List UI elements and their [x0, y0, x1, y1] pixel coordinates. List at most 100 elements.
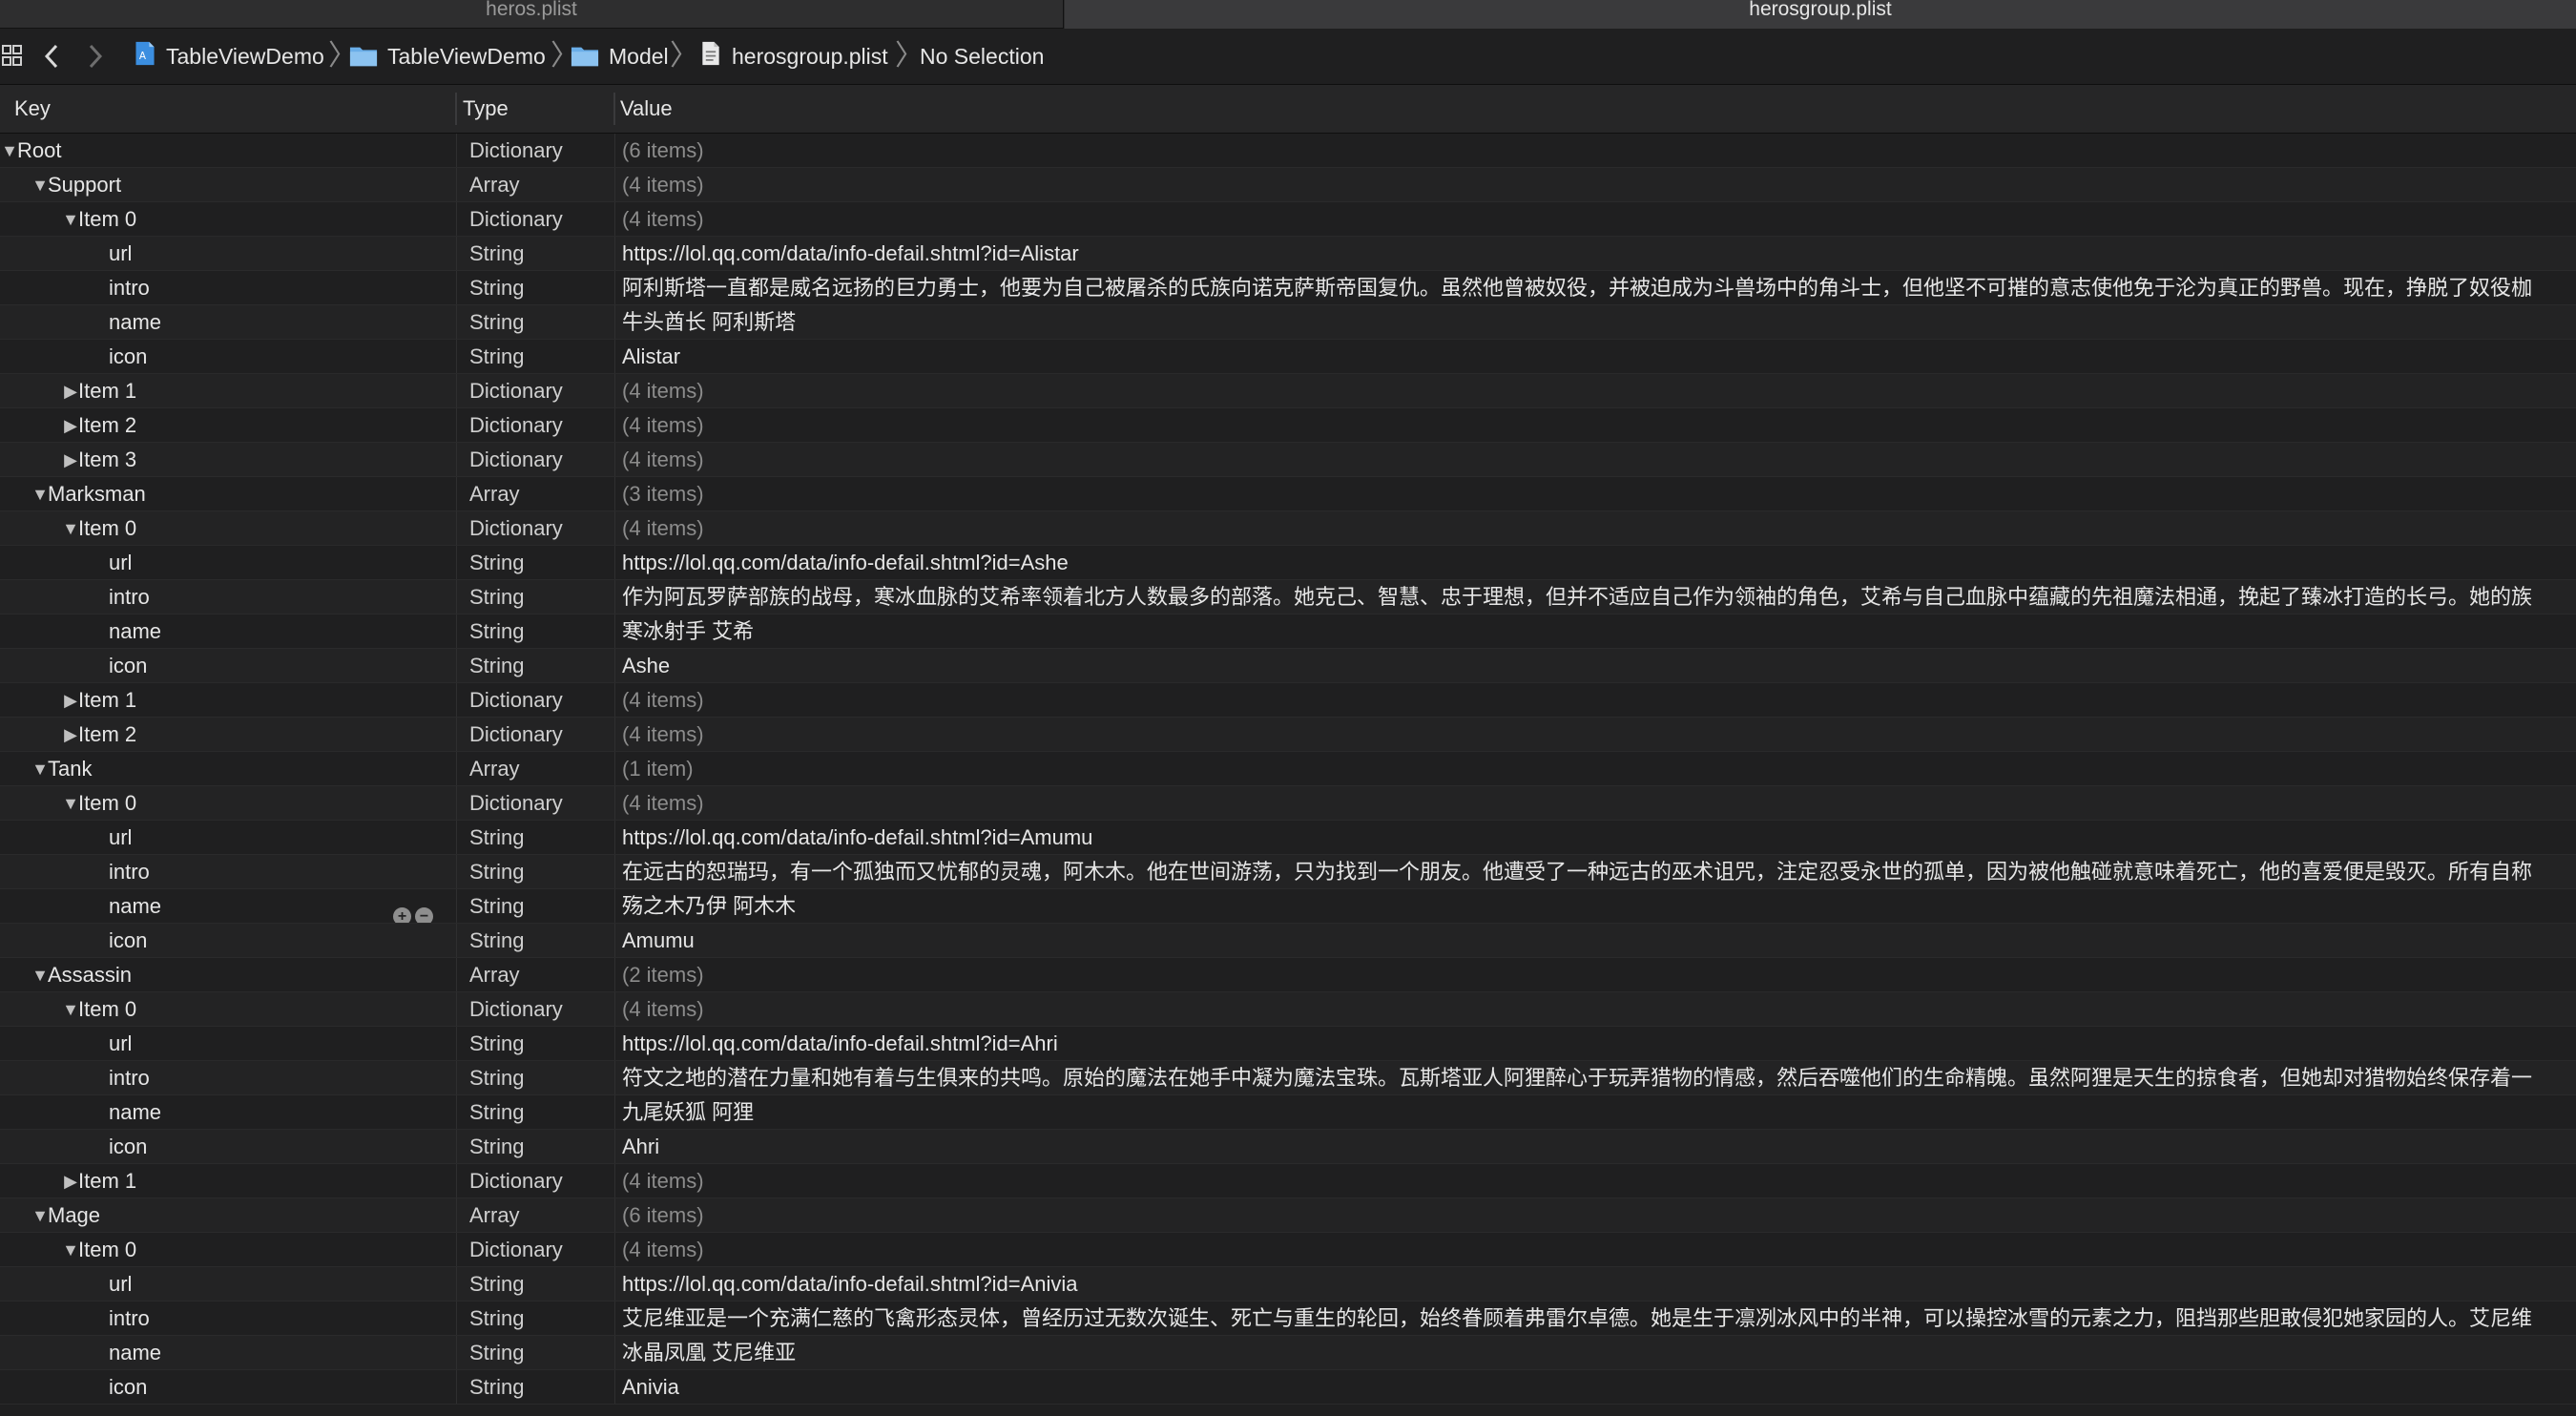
outline-row[interactable]: ▼ Tank Array (1 item): [0, 752, 2576, 786]
row-key-label[interactable]: Mage: [48, 1198, 100, 1232]
disclosure-triangle-closed-icon[interactable]: ▶: [61, 443, 80, 476]
row-key-label[interactable]: name: [109, 889, 161, 923]
row-value-cell[interactable]: Alistar: [622, 340, 2576, 373]
disclosure-triangle-closed-icon[interactable]: ▶: [61, 718, 80, 751]
disclosure-triangle-open-icon[interactable]: ▼: [61, 786, 80, 820]
disclosure-triangle-closed-icon[interactable]: ▶: [61, 408, 80, 442]
row-key-label[interactable]: Item 0: [78, 202, 136, 236]
outline-row[interactable]: ▼ Marksman Array (3 items): [0, 477, 2576, 511]
row-key-label[interactable]: intro: [109, 1301, 150, 1335]
outline-row[interactable]: intro String 在远古的恕瑞玛，有一个孤独而又忧郁的灵魂，阿木木。他在世间…: [0, 855, 2576, 889]
row-key-label[interactable]: url: [109, 546, 132, 579]
disclosure-triangle-open-icon[interactable]: ▼: [0, 134, 19, 167]
row-type-cell[interactable]: Dictionary: [469, 992, 563, 1026]
row-key-label[interactable]: Item 1: [78, 683, 136, 717]
disclosure-triangle-open-icon[interactable]: ▼: [31, 1198, 50, 1232]
row-type-cell[interactable]: String: [469, 924, 524, 957]
outline-row[interactable]: ▼ Mage Array (6 items): [0, 1198, 2576, 1233]
row-type-cell[interactable]: String: [469, 1095, 524, 1129]
add-row-icon[interactable]: +: [393, 907, 411, 923]
row-value-cell[interactable]: Anivia: [622, 1370, 2576, 1404]
row-type-cell[interactable]: String: [469, 649, 524, 682]
outline-row[interactable]: ▶ Item 1 Dictionary (4 items): [0, 374, 2576, 408]
row-key-label[interactable]: url: [109, 237, 132, 270]
outline-row[interactable]: icon String Ahri: [0, 1130, 2576, 1164]
disclosure-triangle-open-icon[interactable]: ▼: [31, 168, 50, 201]
outline-row[interactable]: ▼ Item 0 Dictionary (4 items): [0, 1233, 2576, 1267]
outline-row[interactable]: icon String Ashe: [0, 649, 2576, 683]
outline-row[interactable]: ▶ Item 2 Dictionary (4 items): [0, 718, 2576, 752]
outline-row[interactable]: intro String 符文之地的潜在力量和她有着与生俱来的共鸣。原始的魔法在她手…: [0, 1061, 2576, 1095]
row-type-cell[interactable]: String: [469, 889, 524, 923]
disclosure-triangle-open-icon[interactable]: ▼: [31, 958, 50, 991]
row-type-cell[interactable]: String: [469, 614, 524, 648]
row-type-cell[interactable]: String: [469, 580, 524, 614]
row-type-cell[interactable]: String: [469, 271, 524, 304]
row-value-cell[interactable]: 冰晶凤凰 艾尼维亚: [622, 1336, 2576, 1369]
breadcrumb-project[interactable]: TableViewDemo: [166, 29, 324, 84]
row-value-cell[interactable]: Amumu: [622, 924, 2576, 957]
row-type-cell[interactable]: String: [469, 1130, 524, 1163]
row-value-cell[interactable]: https://lol.qq.com/data/info-defail.shtm…: [622, 237, 2576, 270]
row-key-label[interactable]: Item 0: [78, 992, 136, 1026]
outline-row[interactable]: ▼ Support Array (4 items): [0, 168, 2576, 202]
row-key-label[interactable]: Root: [17, 134, 61, 167]
outline-row[interactable]: icon String Amumu: [0, 924, 2576, 958]
outline-row[interactable]: ▶ Item 2 Dictionary (4 items): [0, 408, 2576, 443]
breadcrumb-group[interactable]: TableViewDemo: [387, 29, 546, 84]
row-key-label[interactable]: Item 3: [78, 443, 136, 476]
row-value-cell[interactable]: 阿利斯塔一直都是威名远扬的巨力勇士，他要为自己被屠杀的氏族向诺克萨斯帝国复仇。虽…: [622, 271, 2576, 304]
row-type-cell[interactable]: Dictionary: [469, 683, 563, 717]
outline-row[interactable]: ▶ Item 1 Dictionary (4 items): [0, 683, 2576, 718]
row-key-label[interactable]: name: [109, 1095, 161, 1129]
outline-row[interactable]: icon String Anivia: [0, 1370, 2576, 1405]
row-key-label[interactable]: Item 1: [78, 374, 136, 407]
value-column-header[interactable]: Value: [620, 85, 673, 133]
outline-row[interactable]: url String https://lol.qq.com/data/info-de…: [0, 1267, 2576, 1301]
outline-row[interactable]: ▼ Assassin Array (2 items): [0, 958, 2576, 992]
outline-row[interactable]: ▼ Item 0 Dictionary (4 items): [0, 786, 2576, 821]
breadcrumb-selection[interactable]: No Selection: [920, 29, 1044, 84]
row-type-cell[interactable]: String: [469, 1061, 524, 1094]
outline-row[interactable]: url String https://lol.qq.com/data/info-de…: [0, 237, 2576, 271]
disclosure-triangle-closed-icon[interactable]: ▶: [61, 683, 80, 717]
row-type-cell[interactable]: String: [469, 821, 524, 854]
row-key-label[interactable]: Item 0: [78, 511, 136, 545]
row-key-label[interactable]: name: [109, 305, 161, 339]
row-key-label[interactable]: Support: [48, 168, 121, 201]
row-value-cell[interactable]: Ahri: [622, 1130, 2576, 1163]
row-type-cell[interactable]: Dictionary: [469, 134, 563, 167]
disclosure-triangle-open-icon[interactable]: ▼: [61, 1233, 80, 1266]
outline-row[interactable]: ▶ Item 1 Dictionary (4 items): [0, 1164, 2576, 1198]
outline-row[interactable]: icon String Alistar: [0, 340, 2576, 374]
remove-row-icon[interactable]: −: [415, 907, 433, 923]
row-value-cell[interactable]: 牛头酋长 阿利斯塔: [622, 305, 2576, 339]
row-type-cell[interactable]: Array: [469, 168, 520, 201]
row-value-cell[interactable]: https://lol.qq.com/data/info-defail.shtm…: [622, 1267, 2576, 1301]
disclosure-triangle-open-icon[interactable]: ▼: [61, 202, 80, 236]
row-type-cell[interactable]: Dictionary: [469, 202, 563, 236]
row-type-cell[interactable]: Dictionary: [469, 786, 563, 820]
outline-row[interactable]: ▼ Item 0 Dictionary (4 items): [0, 511, 2576, 546]
row-type-cell[interactable]: Array: [469, 958, 520, 991]
back-chevron-icon[interactable]: [44, 44, 59, 69]
disclosure-triangle-open-icon[interactable]: ▼: [31, 752, 50, 785]
row-value-cell[interactable]: 在远古的恕瑞玛，有一个孤独而又忧郁的灵魂，阿木木。他在世间游荡，只为找到一个朋友…: [622, 855, 2576, 888]
row-type-cell[interactable]: Dictionary: [469, 443, 563, 476]
row-key-label[interactable]: intro: [109, 1061, 150, 1094]
disclosure-triangle-closed-icon[interactable]: ▶: [61, 1164, 80, 1197]
column-divider[interactable]: [613, 93, 615, 125]
row-type-cell[interactable]: String: [469, 1301, 524, 1335]
row-value-cell[interactable]: 寒冰射手 艾希: [622, 614, 2576, 648]
row-key-label[interactable]: Item 0: [78, 1233, 136, 1266]
outline-row[interactable]: ▶ Item 3 Dictionary (4 items): [0, 443, 2576, 477]
row-key-label[interactable]: name: [109, 614, 161, 648]
column-divider[interactable]: [455, 93, 457, 125]
row-key-label[interactable]: intro: [109, 580, 150, 614]
row-key-label[interactable]: Item 2: [78, 408, 136, 442]
forward-chevron-icon[interactable]: [88, 44, 103, 69]
row-key-label[interactable]: name: [109, 1336, 161, 1369]
outline-row[interactable]: url String https://lol.qq.com/data/info-de…: [0, 821, 2576, 855]
row-type-cell[interactable]: Dictionary: [469, 374, 563, 407]
outline-row[interactable]: ▼ Root Dictionary (6 items): [0, 134, 2576, 168]
